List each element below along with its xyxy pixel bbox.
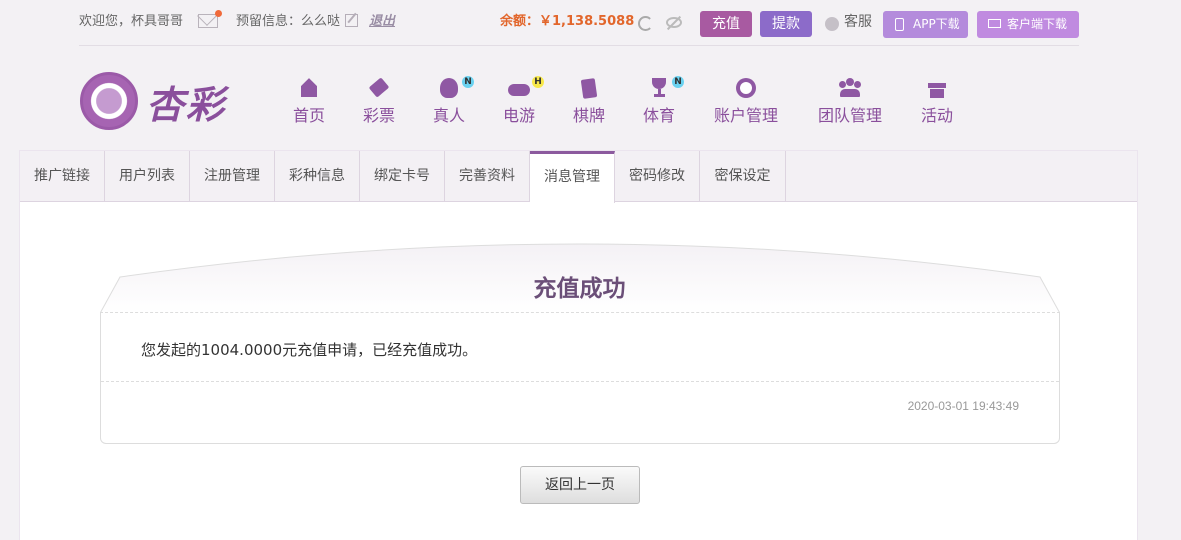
site-logo[interactable]: 杏彩 [80, 70, 230, 130]
home-icon [298, 78, 320, 98]
nav-cards[interactable]: 棋牌 [572, 78, 606, 126]
new-badge: N [462, 76, 474, 88]
cards-icon [578, 78, 600, 99]
tab-lottery-info[interactable]: 彩种信息 [275, 151, 360, 202]
nav-home[interactable]: 首页 [292, 78, 326, 126]
nav-label: 首页 [292, 106, 325, 125]
nav-label: 团队管理 [817, 106, 882, 125]
app-download-label: APP下载 [913, 17, 960, 31]
nav-account[interactable]: 账户管理 [712, 78, 780, 126]
nav-live[interactable]: N 真人 [432, 76, 474, 126]
nav-label: 活动 [920, 106, 953, 125]
client-download-label: 客户端下载 [1007, 17, 1068, 31]
message-title: 充值成功 [533, 276, 626, 302]
notification-dot-icon [215, 10, 222, 17]
tab-password[interactable]: 密码修改 [615, 151, 700, 202]
nav-label: 体育 [642, 106, 675, 125]
tab-bar: 推广链接 用户列表 注册管理 彩种信息 绑定卡号 完善资料 消息管理 密码修改 … [20, 151, 1137, 203]
monitor-icon [988, 19, 1001, 28]
message-body: 您发起的1004.0000元充值申请，已经充值成功。 [141, 341, 478, 359]
nav-activity[interactable]: 活动 [920, 78, 954, 126]
tab-user-list[interactable]: 用户列表 [105, 151, 190, 202]
app-download-button[interactable]: APP下载 [883, 11, 968, 38]
hot-badge: H [532, 76, 544, 88]
tab-messages[interactable]: 消息管理 [530, 151, 615, 203]
message-card: 您发起的1004.0000元充值申请，已经充值成功。 2020-03-01 19… [100, 312, 1060, 444]
client-download-button[interactable]: 客户端下载 [977, 11, 1079, 38]
nav-label: 账户管理 [713, 106, 778, 125]
recharge-button[interactable]: 充值 [700, 11, 752, 37]
tab-promo-link[interactable]: 推广链接 [20, 151, 105, 202]
logo-text: 杏彩 [146, 83, 227, 127]
welcome-text: 欢迎您，杯具哥哥 [79, 14, 184, 29]
team-icon [839, 78, 861, 98]
refresh-icon[interactable] [638, 16, 653, 31]
tab-register[interactable]: 注册管理 [190, 151, 275, 202]
yen-coin-icon [735, 78, 757, 98]
ticket-icon [368, 77, 390, 98]
nav-label: 彩票 [362, 106, 395, 125]
nav-label: 棋牌 [572, 106, 605, 125]
edit-icon[interactable] [345, 14, 358, 27]
new-badge: N [672, 76, 684, 88]
nav-label: 真人 [432, 106, 465, 125]
nav-lottery[interactable]: 彩票 [362, 77, 396, 126]
gamepad-icon: H [508, 76, 544, 98]
message-timestamp: 2020-03-01 19:43:49 [907, 399, 1019, 413]
mail-icon[interactable] [198, 10, 222, 28]
tab-profile[interactable]: 完善资料 [445, 151, 530, 202]
phone-icon [895, 18, 904, 31]
back-button[interactable]: 返回上一页 [520, 466, 640, 504]
tab-security[interactable]: 密保设定 [700, 151, 786, 202]
message-divider [101, 381, 1059, 382]
tab-bind-card[interactable]: 绑定卡号 [360, 151, 445, 202]
nav-sports[interactable]: N 体育 [642, 76, 684, 126]
woman-icon: N [438, 76, 474, 98]
nav-egames[interactable]: H 电游 [502, 76, 544, 126]
balance-display: 余额：￥1,138.5088 [500, 14, 635, 29]
nav-label: 电游 [502, 106, 535, 125]
eye-hide-icon[interactable] [666, 17, 682, 28]
customer-service-link[interactable]: 客服 [844, 12, 872, 32]
logo-mark-icon [80, 72, 138, 130]
content-panel: 推广链接 用户列表 注册管理 彩种信息 绑定卡号 完善资料 消息管理 密码修改 … [19, 150, 1138, 540]
reserved-info: 预留信息：么么哒 [236, 14, 341, 29]
trophy-icon: N [648, 76, 684, 98]
withdraw-button[interactable]: 提款 [760, 11, 812, 37]
gift-icon [926, 78, 948, 98]
logout-link[interactable]: 退出 [369, 12, 395, 32]
customer-service-icon [825, 17, 839, 31]
nav-team[interactable]: 团队管理 [816, 78, 884, 126]
top-bar: 欢迎您，杯具哥哥 预留信息：么么哒 退出 余额：￥1,138.5088 充值 提… [79, 0, 1079, 46]
